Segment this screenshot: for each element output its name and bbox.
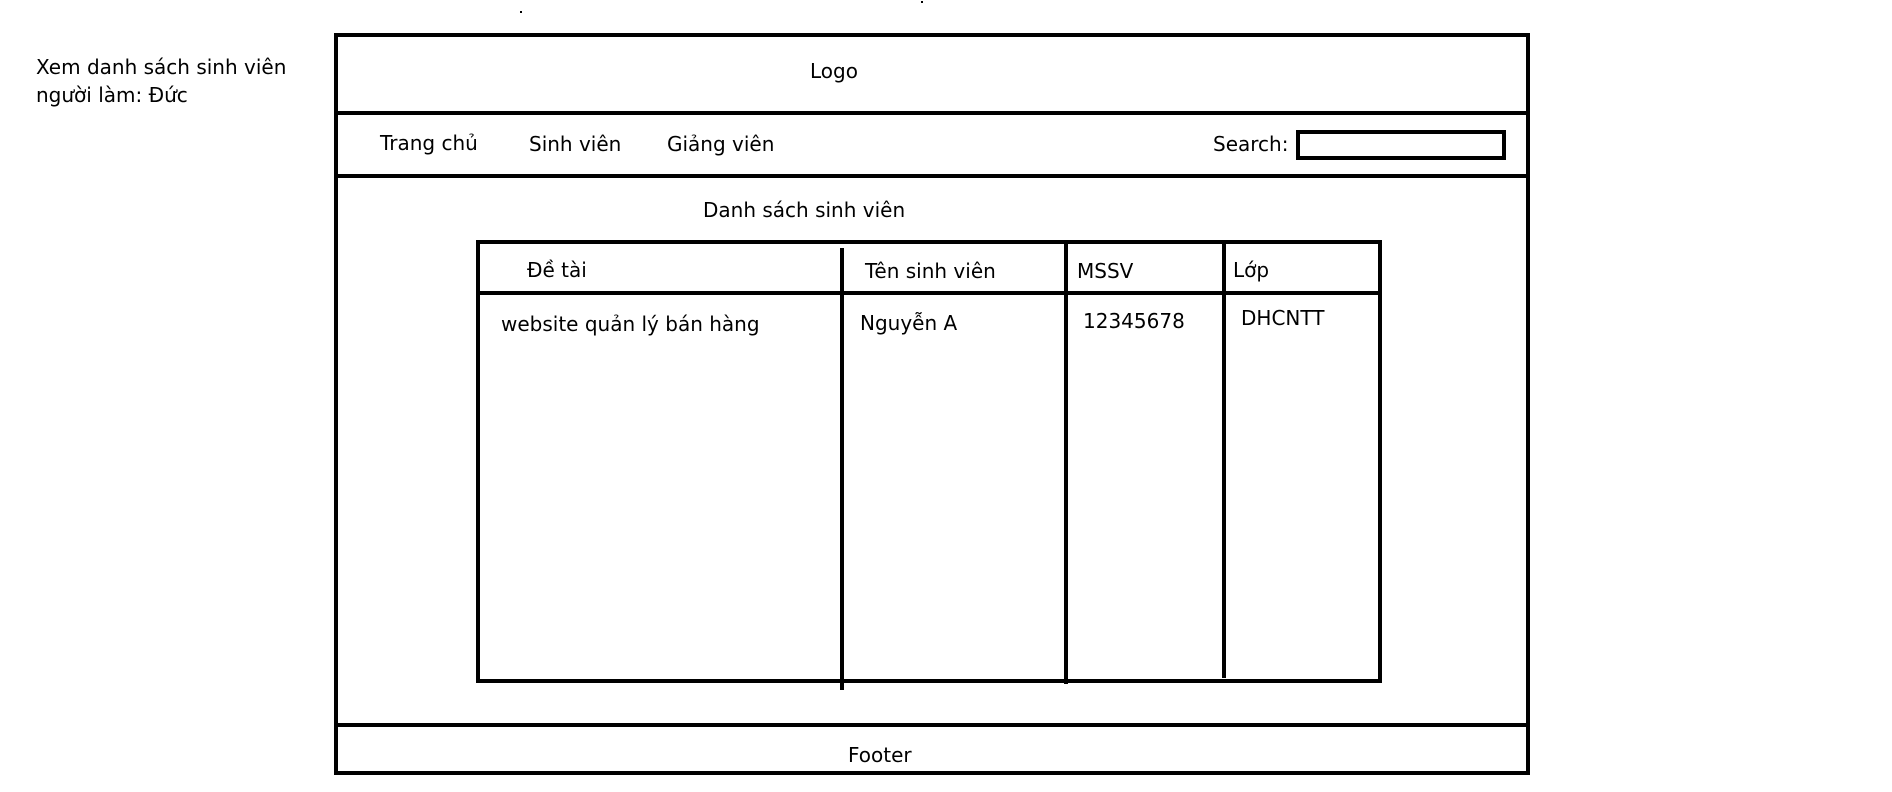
nav-divider — [334, 174, 1530, 178]
nav-item-trang-chu[interactable]: Trang chủ — [380, 130, 478, 156]
search-input[interactable] — [1296, 130, 1506, 160]
note-title: Xem danh sách sinh viên — [36, 55, 287, 79]
column-divider — [1064, 244, 1068, 684]
table-cell-ten-sinh-vien: Nguyễn A — [860, 311, 958, 335]
search-label: Search: — [1213, 132, 1289, 156]
column-header-lop[interactable]: Lớp — [1233, 257, 1269, 283]
footer: Footer — [848, 743, 912, 767]
table-cell-mssv: 12345678 — [1083, 309, 1185, 333]
note-author: người làm: Đức — [36, 83, 188, 107]
column-header-ten-sinh-vien[interactable]: Tên sinh viên — [865, 258, 996, 284]
table-cell-de-tai: website quản lý bán hàng — [501, 312, 760, 336]
footer-divider — [334, 723, 1530, 727]
table-cell-lop: DHCNTT — [1241, 306, 1325, 330]
author-note: Xem danh sách sinh viên người làm: Đức — [36, 53, 286, 109]
nav-item-sinh-vien[interactable]: Sinh viên — [529, 131, 621, 157]
column-divider — [1222, 244, 1226, 678]
nav-item-giang-vien[interactable]: Giảng viên — [667, 131, 774, 157]
header-divider — [334, 111, 1530, 115]
table-header-divider — [476, 291, 1382, 295]
stray-mark — [520, 11, 522, 13]
column-header-de-tai[interactable]: Đề tài — [527, 257, 587, 283]
page-title: Danh sách sinh viên — [703, 198, 906, 222]
column-divider — [840, 248, 844, 690]
column-header-mssv[interactable]: MSSV — [1077, 258, 1133, 284]
logo[interactable]: Logo — [810, 58, 858, 84]
stray-mark — [921, 1, 923, 3]
